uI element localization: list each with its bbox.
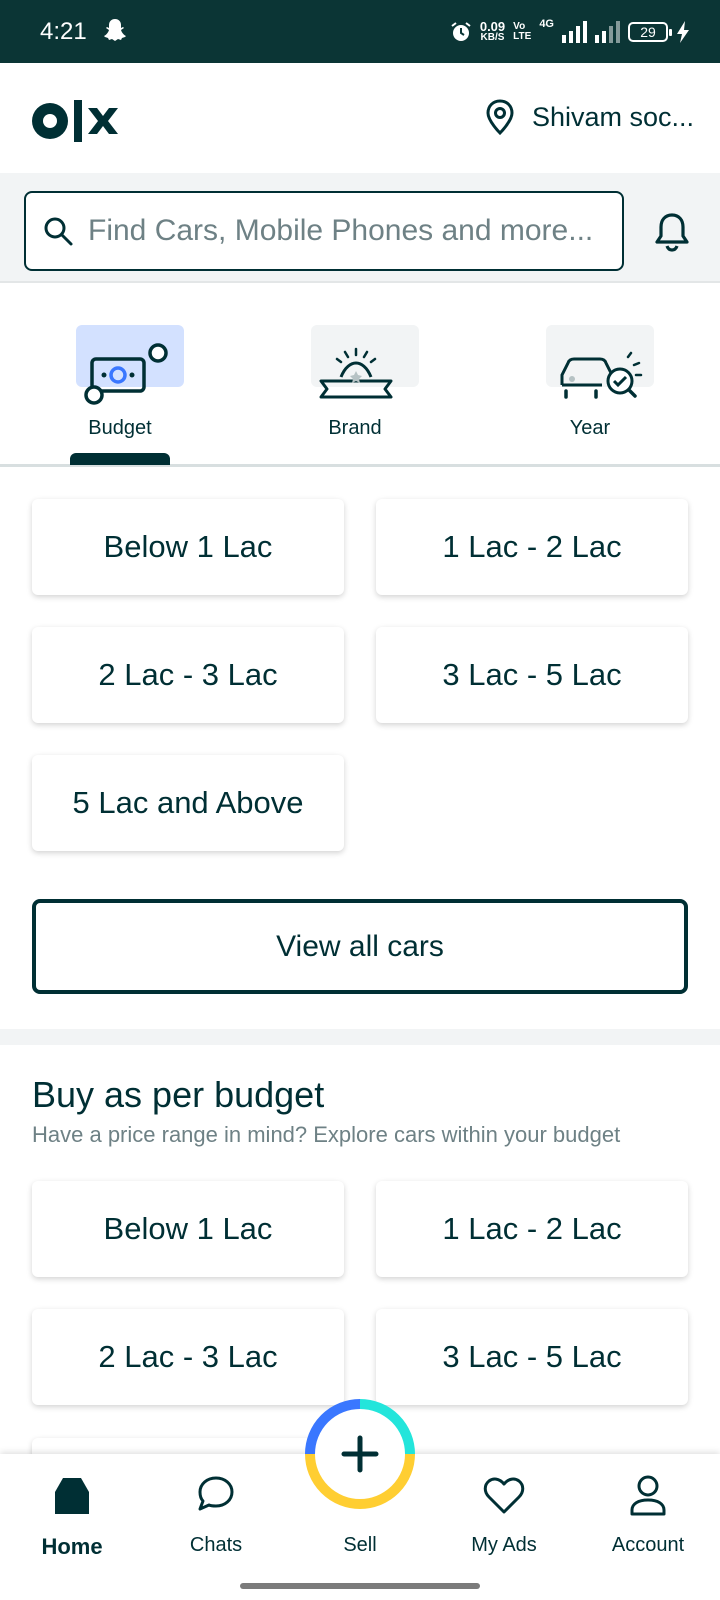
signal-bars-icon bbox=[562, 21, 587, 43]
search-icon bbox=[44, 217, 73, 246]
network-speed: 0.09 KB/S bbox=[479, 19, 506, 43]
search-input[interactable]: Find Cars, Mobile Phones and more... bbox=[24, 191, 624, 271]
ribbon-badge-icon bbox=[319, 347, 393, 399]
network-type: 4G bbox=[539, 18, 554, 30]
chat-icon bbox=[198, 1476, 234, 1511]
battery-level: 29 bbox=[640, 24, 656, 40]
nav-chats[interactable]: Chats bbox=[146, 1472, 286, 1557]
budget-range-button[interactable]: 1 Lac - 2 Lac bbox=[376, 499, 688, 595]
budget-range-button[interactable]: 1 Lac - 2 Lac bbox=[376, 1181, 688, 1277]
olx-logo[interactable] bbox=[32, 98, 118, 144]
tab-label: Budget bbox=[88, 417, 152, 439]
section-divider bbox=[0, 1029, 720, 1045]
budget-range-button[interactable]: Below 1 Lac bbox=[32, 1181, 344, 1277]
snapchat-icon bbox=[104, 19, 126, 41]
battery-icon: 29 bbox=[628, 22, 672, 42]
nav-label: Chats bbox=[189, 1534, 243, 1556]
section-subtitle: Have a price range in mind? Explore cars… bbox=[32, 1122, 621, 1147]
budget-range-button[interactable]: 2 Lac - 3 Lac bbox=[32, 1309, 344, 1405]
budget-range-button[interactable]: 5 Lac and Above bbox=[32, 755, 344, 851]
budget-range-button[interactable]: 3 Lac - 5 Lac bbox=[376, 1309, 688, 1405]
charging-icon bbox=[677, 21, 689, 43]
car-check-icon bbox=[560, 351, 643, 399]
search-bar: Find Cars, Mobile Phones and more... bbox=[0, 173, 720, 283]
tab-budget[interactable]: Budget bbox=[50, 325, 190, 465]
app-header: Shivam soc... bbox=[0, 63, 720, 173]
location-selector[interactable]: Shivam soc... bbox=[484, 99, 694, 135]
home-icon bbox=[55, 1478, 89, 1514]
account-icon bbox=[630, 1475, 666, 1516]
budget-range-button[interactable]: Below 1 Lac bbox=[32, 499, 344, 595]
section-title: Buy as per budget bbox=[32, 1074, 325, 1115]
nav-label: My Ads bbox=[471, 1534, 537, 1556]
heart-icon bbox=[483, 1477, 525, 1514]
sell-button[interactable] bbox=[304, 1398, 416, 1510]
status-bar: 4:21 0.09 KB/S Vo LTE 4G 29 bbox=[0, 0, 720, 63]
volte-indicator: Vo LTE bbox=[513, 21, 532, 42]
nav-label: Account bbox=[611, 1534, 685, 1556]
active-tab-indicator bbox=[70, 453, 170, 465]
tab-year[interactable]: Year bbox=[520, 325, 660, 465]
view-all-cars-button[interactable]: View all cars bbox=[32, 899, 688, 994]
bell-icon[interactable] bbox=[652, 211, 692, 253]
nav-label: Home bbox=[41, 1534, 103, 1559]
nav-account[interactable]: Account bbox=[578, 1472, 718, 1557]
budget-range-button[interactable]: 2 Lac - 3 Lac bbox=[32, 627, 344, 723]
gesture-bar bbox=[240, 1583, 480, 1589]
search-placeholder: Find Cars, Mobile Phones and more... bbox=[88, 214, 594, 247]
nav-home[interactable]: Home bbox=[2, 1472, 142, 1560]
location-label: Shivam soc... bbox=[531, 101, 694, 132]
tab-label: Year bbox=[569, 417, 611, 439]
status-time: 4:21 bbox=[40, 18, 87, 45]
tab-brand[interactable]: Brand bbox=[285, 325, 425, 465]
nav-my-ads[interactable]: My Ads bbox=[434, 1472, 574, 1557]
budget-range-button[interactable]: 3 Lac - 5 Lac bbox=[376, 627, 688, 723]
location-pin-icon bbox=[486, 99, 514, 135]
filter-tabs: Budget Brand Year bbox=[0, 285, 720, 467]
money-icon bbox=[84, 343, 168, 405]
signal-bars-icon bbox=[595, 21, 620, 43]
nav-label: Sell bbox=[343, 1534, 377, 1556]
alarm-icon bbox=[451, 22, 471, 41]
tab-label: Brand bbox=[328, 417, 382, 439]
